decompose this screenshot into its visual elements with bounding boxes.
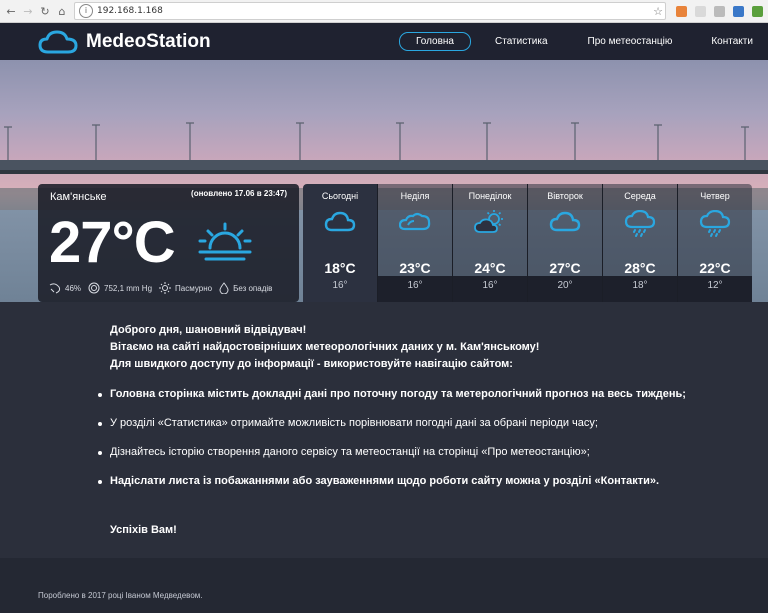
pressure-value: 752,1 mm Hg — [104, 283, 153, 293]
forecast-day[interactable]: Четвер 22°C 12° — [678, 184, 752, 302]
forward-icon[interactable]: → — [22, 5, 34, 18]
extension-icon[interactable] — [676, 5, 687, 17]
cloud-icon — [324, 211, 356, 232]
welcome-line: Для швидкого доступу до інформації - вик… — [110, 358, 513, 370]
extensions — [676, 5, 763, 17]
closing-text: Успіхів Вам! — [110, 524, 177, 536]
footer-text: Пороблено в 2017 році Іваном Медведевом. — [38, 591, 203, 600]
drop-icon — [219, 282, 229, 294]
browser-toolbar: ← → ↻ ⌂ i 192.168.1.168 ☆ — [0, 0, 768, 23]
back-icon[interactable]: ← — [5, 5, 17, 18]
main-content: Доброго дня, шановний відвідувач! Вітаєм… — [0, 302, 768, 558]
forecast-day[interactable]: Понеділок 24°C 16° — [453, 184, 528, 302]
high-temp: 22°C — [699, 260, 731, 276]
welcome-intro: Доброго дня, шановний відвідувач! Вітаєм… — [110, 322, 539, 373]
low-temp: 16° — [453, 276, 527, 302]
list-item: У розділі «Статистика» отримайте можливі… — [98, 417, 686, 429]
rain-icon — [699, 210, 731, 237]
cloud-icon — [399, 212, 431, 231]
nav-contacts[interactable]: Контакти — [711, 36, 753, 47]
welcome-line: Вітаємо на сайті найдостовірніших метеор… — [110, 341, 540, 353]
day-name: Сьогодні — [321, 191, 359, 201]
list-item: Головна сторінка містить докладні дані п… — [98, 388, 686, 400]
precipitation-value: Без опадів — [233, 283, 273, 293]
cloud-logo-icon — [38, 30, 78, 53]
low-temp: 16° — [303, 276, 377, 302]
current-temperature: 27°C — [49, 210, 176, 275]
day-name: Четвер — [700, 191, 730, 201]
shield-icon[interactable] — [733, 5, 744, 17]
weekly-forecast: Сьогодні 18°C 16° Неділя 23°C 16° Понеді… — [303, 184, 752, 302]
forecast-day[interactable]: Неділя 23°C 16° — [378, 184, 453, 302]
forecast-day[interactable]: Сьогодні 18°C 16° — [303, 184, 378, 302]
high-temp: 23°C — [399, 260, 431, 276]
extension-icon[interactable] — [695, 5, 706, 17]
logo-text: MedeoStation — [86, 30, 211, 52]
url-text[interactable]: 192.168.1.168 — [97, 6, 651, 16]
high-temp: 24°C — [474, 260, 506, 276]
low-temp: 16° — [378, 276, 452, 302]
extension-icon[interactable] — [714, 5, 725, 17]
site-header: MedeoStation Головна Статистика Про мете… — [0, 23, 768, 60]
city-name: Кам'янське — [50, 191, 107, 203]
day-name: Понеділок — [468, 191, 512, 201]
main-menu: Головна Статистика Про метеостанцію Конт… — [399, 23, 753, 60]
extension-icon[interactable] — [752, 5, 763, 17]
address-bar[interactable]: i 192.168.1.168 ☆ — [74, 2, 666, 20]
sun-icon — [159, 282, 172, 294]
pressure-icon — [88, 282, 100, 294]
day-name: Середа — [624, 191, 656, 201]
forecast-day[interactable]: Вівторок 27°C 20° — [528, 184, 603, 302]
high-temp: 18°C — [324, 260, 356, 276]
info-icon[interactable]: i — [79, 4, 93, 18]
low-temp: 18° — [603, 276, 677, 302]
low-temp: 12° — [678, 276, 752, 302]
list-item: Надіслати листа із побажаннями або заува… — [98, 475, 686, 487]
high-temp: 28°C — [624, 260, 656, 276]
bridge-base — [0, 170, 768, 174]
cloud-icon — [549, 211, 581, 232]
forecast-day[interactable]: Середа 28°C 18° — [603, 184, 678, 302]
humidity-value: 46% — [65, 283, 82, 293]
list-item: Дізнайтесь історію створення даного серв… — [98, 446, 686, 458]
low-temp: 20° — [528, 276, 602, 302]
condition-value: Пасмурно — [175, 283, 213, 293]
home-icon[interactable]: ⌂ — [56, 5, 68, 18]
logo[interactable]: MedeoStation — [38, 30, 211, 54]
day-name: Вівторок — [547, 191, 583, 201]
sunrise-icon — [198, 222, 252, 261]
bridge — [0, 160, 768, 170]
welcome-line: Доброго дня, шановний відвідувач! — [110, 324, 307, 336]
high-temp: 27°C — [549, 260, 581, 276]
humidity-icon — [49, 283, 61, 294]
nav-about[interactable]: Про метеостанцію — [588, 36, 673, 47]
weather-stats: 46% 752,1 mm Hg Пасмурно Без опадів — [49, 282, 279, 294]
bookmark-star-icon[interactable]: ☆ — [651, 5, 665, 18]
updated-time: (оновлено 17.06 в 23:47) — [191, 189, 287, 198]
current-weather-card: Кам'янське (оновлено 17.06 в 23:47) 27°C… — [38, 184, 299, 302]
reload-icon[interactable]: ↻ — [39, 5, 51, 18]
rain-icon — [624, 210, 656, 237]
nav-statistics[interactable]: Статистика — [495, 36, 548, 47]
feature-list: Головна сторінка містить докладні дані п… — [98, 388, 686, 504]
partly-cloudy-icon — [474, 210, 503, 233]
nav-home[interactable]: Головна — [399, 32, 471, 51]
day-name: Неділя — [400, 191, 430, 201]
footer: Пороблено в 2017 році Іваном Медведевом. — [0, 558, 768, 613]
